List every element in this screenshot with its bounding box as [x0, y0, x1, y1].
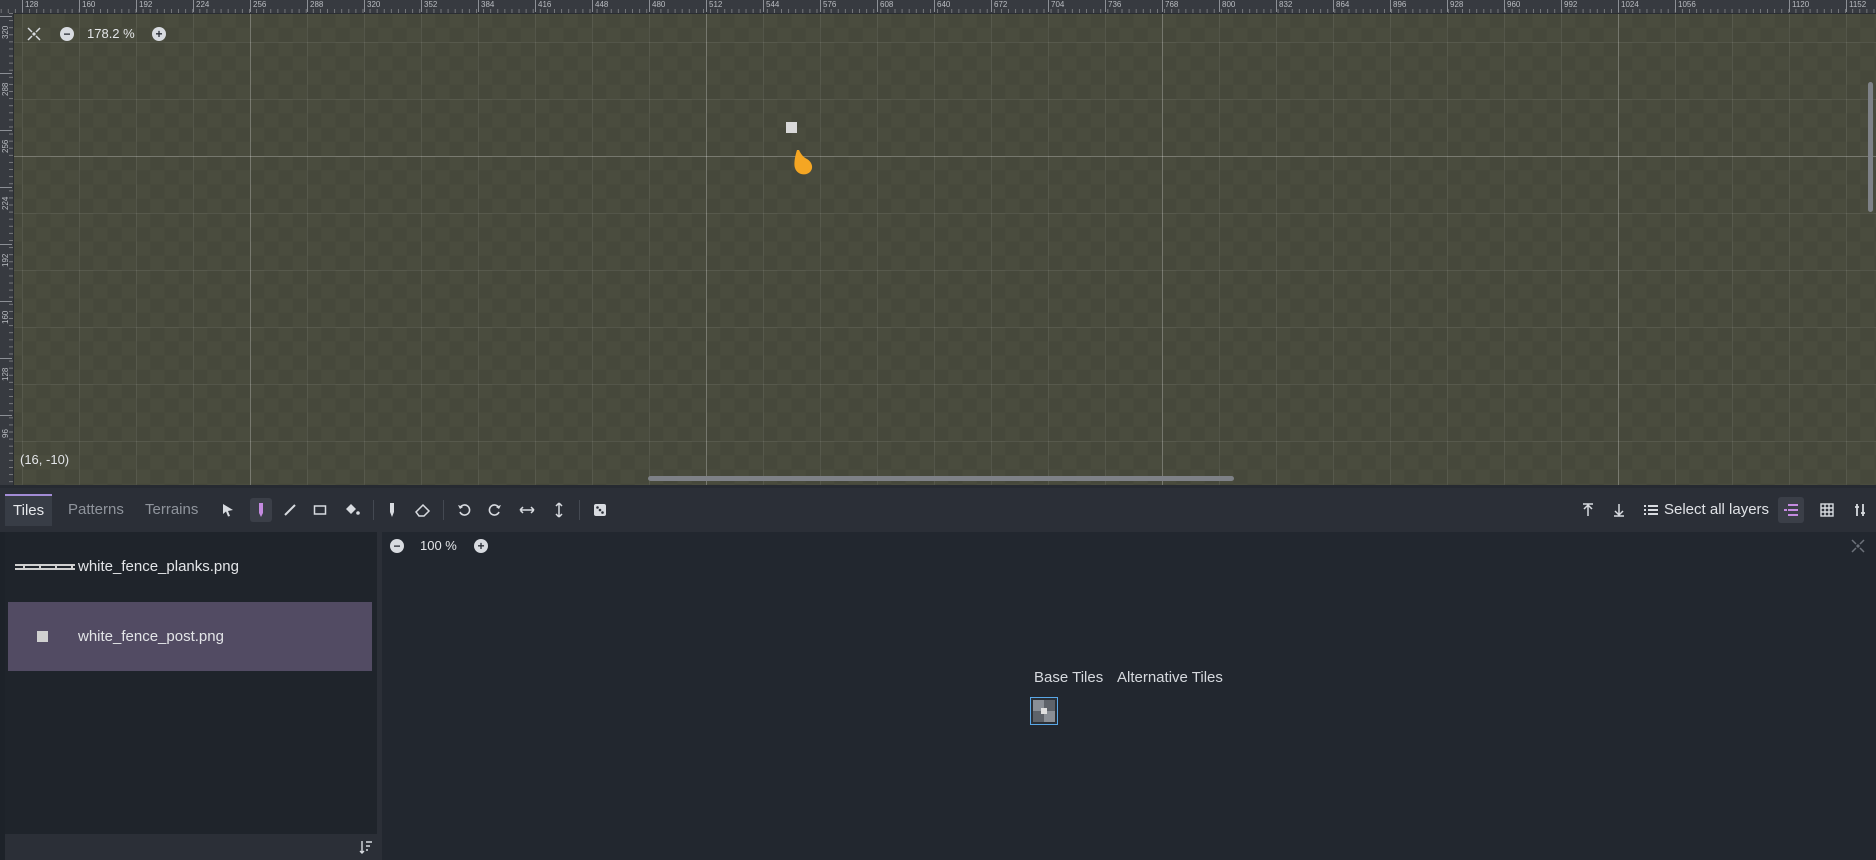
- fence-post-thumbnail-icon: [37, 631, 48, 642]
- move-layer-down-icon[interactable]: [1609, 500, 1629, 520]
- ruler-tick: 1024: [1618, 0, 1639, 12]
- ruler-tick: 640: [934, 0, 950, 12]
- fence-planks-thumbnail-icon: [15, 564, 75, 570]
- zoom-out-button[interactable]: −: [60, 27, 74, 41]
- ruler-tick: 1056: [1675, 0, 1696, 12]
- source-item-label: white_fence_planks.png: [78, 558, 239, 575]
- sort-icon[interactable]: [357, 838, 375, 856]
- ruler-tick: 320: [364, 0, 380, 12]
- ruler-tick: 448: [592, 0, 608, 12]
- ruler-tick: 928: [1447, 0, 1463, 12]
- ruler-tick: 768: [1162, 0, 1178, 12]
- tile-atlas-view[interactable]: − +: [382, 532, 1876, 860]
- line-tool-icon[interactable]: [280, 500, 300, 520]
- select-tool-icon[interactable]: [218, 500, 238, 520]
- vertical-scrollbar[interactable]: [1868, 82, 1873, 212]
- rotate-right-icon[interactable]: [485, 500, 505, 520]
- tile-checker-icon: [1033, 700, 1055, 722]
- ruler-tick: 480: [649, 0, 665, 12]
- toolbar-divider: [373, 500, 374, 520]
- tab-terrains[interactable]: Terrains: [137, 494, 206, 526]
- ruler-tick: 1152: [1846, 0, 1866, 12]
- grid-toggle-icon[interactable]: [1817, 500, 1837, 520]
- atlas-zoom-in-button[interactable]: +: [474, 539, 488, 553]
- ruler-tick: 992: [1561, 0, 1577, 12]
- ruler-tick: 736: [1105, 0, 1121, 12]
- ruler-tick: 320: [0, 16, 12, 45]
- ruler-tick: 96: [0, 415, 12, 444]
- select-all-layers-button[interactable]: Select all layers: [1664, 500, 1769, 520]
- ruler-tick: 160: [79, 0, 95, 12]
- rotate-left-icon[interactable]: [454, 500, 474, 520]
- ruler-tick: 544: [763, 0, 779, 12]
- tab-patterns[interactable]: Patterns: [60, 494, 132, 526]
- ruler-tick: 128: [22, 0, 38, 12]
- ruler-tick: 832: [1276, 0, 1292, 12]
- highlight-layer-icon[interactable]: [1778, 497, 1804, 523]
- toolbar-divider: [579, 500, 580, 520]
- toolbar-divider: [443, 500, 444, 520]
- tilemap-viewport[interactable]: 128 160 192 224 256 288 320 352 384 416 …: [0, 0, 1876, 485]
- ruler-tick: 960: [1504, 0, 1520, 12]
- zoom-in-button[interactable]: +: [152, 27, 166, 41]
- picker-tool-icon[interactable]: [382, 500, 402, 520]
- ruler-tick: 288: [0, 73, 12, 102]
- zoom-level[interactable]: 178.2 %: [87, 26, 135, 41]
- source-list-footer: [5, 834, 377, 860]
- center-view-icon[interactable]: [26, 26, 42, 42]
- ruler-tick: 256: [250, 0, 266, 12]
- tilemap-toolbar: Tiles Patterns Terrains Select all layer…: [0, 488, 1876, 532]
- ruler-tick: 288: [307, 0, 323, 12]
- cursor-coordinates: (16, -10): [20, 452, 70, 467]
- bucket-fill-icon[interactable]: [342, 500, 362, 520]
- ruler-tick: 192: [136, 0, 152, 12]
- ruler-tick: 128: [0, 358, 12, 387]
- ruler-tick: 512: [706, 0, 722, 12]
- ruler-tick: 1120: [1789, 0, 1809, 12]
- atlas-tile[interactable]: [1030, 697, 1058, 725]
- move-layer-up-icon[interactable]: [1578, 500, 1598, 520]
- source-item-white-fence-post[interactable]: white_fence_post.png: [8, 602, 372, 671]
- ruler-tick: 224: [0, 187, 12, 216]
- ruler-tick: 160: [0, 301, 12, 330]
- tab-base-tiles[interactable]: Base Tiles: [1034, 669, 1103, 686]
- ruler-tick: 864: [1333, 0, 1349, 12]
- paint-tool-icon[interactable]: [250, 498, 272, 522]
- ruler-tick: 224: [193, 0, 209, 12]
- ruler-tick: 672: [991, 0, 1007, 12]
- ruler-tick: 896: [1390, 0, 1406, 12]
- ruler-tick: 352: [421, 0, 437, 12]
- placed-tile: [786, 122, 797, 133]
- horizontal-ruler: 128 160 192 224 256 288 320 352 384 416 …: [0, 0, 1876, 14]
- ruler-tick: 704: [1048, 0, 1064, 12]
- paint-cursor-icon: [794, 150, 813, 175]
- flip-horizontal-icon[interactable]: [517, 500, 537, 520]
- ruler-tick: 384: [478, 0, 494, 12]
- ruler-tick: 192: [0, 244, 12, 273]
- ruler-tick: 416: [535, 0, 551, 12]
- random-tile-icon[interactable]: [590, 500, 610, 520]
- tileset-source-list: white_fence_planks.png white_fence_post.…: [5, 532, 377, 834]
- atlas-zoom-level[interactable]: 100 %: [420, 538, 457, 553]
- atlas-zoom-out-button[interactable]: −: [390, 539, 404, 553]
- list-icon[interactable]: [1641, 500, 1661, 520]
- tab-alternative-tiles[interactable]: Alternative Tiles: [1117, 669, 1223, 686]
- ruler-tick: 576: [820, 0, 836, 12]
- flip-vertical-icon[interactable]: [549, 500, 569, 520]
- horizontal-scrollbar[interactable]: [648, 476, 1234, 481]
- atlas-center-view-icon[interactable]: [1850, 538, 1866, 554]
- ruler-tick: 608: [877, 0, 893, 12]
- eraser-icon[interactable]: [413, 500, 433, 520]
- ruler-tick: 800: [1219, 0, 1235, 12]
- source-item-white-fence-planks[interactable]: white_fence_planks.png: [8, 532, 372, 601]
- source-item-label: white_fence_post.png: [78, 628, 224, 645]
- tools-settings-icon[interactable]: [1850, 500, 1870, 520]
- rect-tool-icon[interactable]: [310, 500, 330, 520]
- vertical-ruler: 320 288 256 224 192 160 128 96: [0, 13, 14, 485]
- ruler-tick: 256: [0, 130, 12, 159]
- tab-tiles[interactable]: Tiles: [5, 494, 53, 526]
